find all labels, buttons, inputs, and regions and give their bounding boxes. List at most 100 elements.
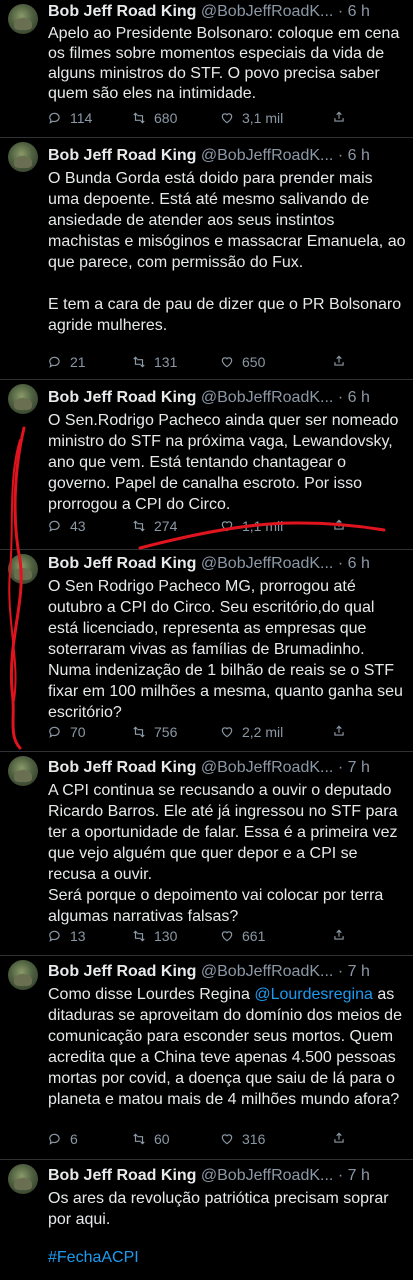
share-button[interactable] bbox=[332, 724, 346, 738]
share-icon bbox=[334, 929, 344, 940]
reply-button[interactable]: 114 bbox=[48, 110, 92, 126]
tweet-text-part: Como disse Lourdes Regina bbox=[48, 986, 255, 1003]
tweet-7[interactable]: Bob Jeff Road King @BobJeffRoadK... · 7 … bbox=[0, 1160, 413, 1280]
retweet-button[interactable]: 680 bbox=[132, 110, 177, 126]
reply-button[interactable]: 21 bbox=[48, 354, 86, 370]
user-handle[interactable]: @BobJeffRoadK... bbox=[201, 389, 333, 406]
hashtag-link[interactable]: #FechaACPI bbox=[48, 1248, 139, 1268]
like-button[interactable]: 661 bbox=[220, 928, 265, 944]
retweet-count: 756 bbox=[154, 724, 178, 740]
separator-dot: · bbox=[337, 1167, 344, 1184]
tweet-header: Bob Jeff Road King @BobJeffRoadK... · 6 … bbox=[48, 2, 370, 22]
like-button[interactable]: 3,1 mil bbox=[220, 110, 283, 126]
share-icon bbox=[334, 519, 344, 530]
tweet-5[interactable]: Bob Jeff Road King @BobJeffRoadK... · 7 … bbox=[0, 752, 413, 956]
tweet-1[interactable]: Bob Jeff Road King @BobJeffRoadK... · 6 … bbox=[0, 0, 413, 138]
share-button[interactable] bbox=[332, 1131, 346, 1145]
heart-icon bbox=[221, 357, 233, 368]
display-name[interactable]: Bob Jeff Road King bbox=[48, 555, 196, 572]
retweet-icon bbox=[133, 356, 145, 368]
reply-count: 70 bbox=[70, 724, 86, 740]
tweet-actions: 21 131 650 bbox=[48, 354, 368, 374]
timestamp[interactable]: 6 h bbox=[348, 3, 370, 20]
avatar[interactable] bbox=[8, 756, 38, 786]
avatar[interactable] bbox=[8, 4, 38, 34]
retweet-icon bbox=[133, 726, 145, 738]
retweet-icon bbox=[133, 930, 145, 942]
share-button[interactable] bbox=[332, 518, 346, 532]
reply-count: 13 bbox=[70, 928, 86, 944]
reply-count: 6 bbox=[70, 1131, 78, 1147]
retweet-button[interactable]: 131 bbox=[132, 354, 177, 370]
retweet-icon bbox=[133, 1133, 145, 1145]
retweet-icon bbox=[133, 520, 145, 532]
timestamp[interactable]: 7 h bbox=[348, 1167, 370, 1184]
retweet-button[interactable]: 274 bbox=[132, 518, 177, 534]
user-handle[interactable]: @BobJeffRoadK... bbox=[201, 555, 333, 572]
tweet-header: Bob Jeff Road King @BobJeffRoadK... · 6 … bbox=[48, 388, 370, 408]
timestamp[interactable]: 6 h bbox=[348, 389, 370, 406]
separator-dot: · bbox=[337, 963, 344, 980]
like-count: 3,1 mil bbox=[242, 110, 284, 126]
reply-icon bbox=[49, 520, 60, 532]
share-button[interactable] bbox=[332, 354, 346, 368]
like-count: 316 bbox=[242, 1131, 266, 1147]
tweet-2[interactable]: Bob Jeff Road King @BobJeffRoadK... · 6 … bbox=[0, 138, 413, 380]
mention-link[interactable]: @Lourdesregina bbox=[254, 986, 373, 1003]
reply-button[interactable]: 70 bbox=[48, 724, 86, 740]
retweet-icon bbox=[133, 112, 145, 124]
share-icon bbox=[334, 111, 344, 122]
retweet-count: 60 bbox=[154, 1131, 170, 1147]
like-count: 2,2 mil bbox=[242, 724, 284, 740]
user-handle[interactable]: @BobJeffRoadK... bbox=[201, 3, 333, 20]
display-name[interactable]: Bob Jeff Road King bbox=[48, 147, 196, 164]
reply-button[interactable]: 43 bbox=[48, 518, 86, 534]
reply-icon bbox=[49, 930, 60, 942]
tweet-text: O Sen Rodrigo Pacheco MG, prorrogou até … bbox=[48, 578, 403, 721]
tweet-text: Os ares da revolução patriótica precisam… bbox=[48, 1190, 389, 1228]
retweet-button[interactable]: 756 bbox=[132, 724, 177, 740]
separator-dot: · bbox=[337, 147, 344, 164]
reply-button[interactable]: 6 bbox=[48, 1131, 78, 1147]
share-button[interactable] bbox=[332, 110, 346, 124]
reply-count: 21 bbox=[70, 354, 86, 370]
retweet-button[interactable]: 130 bbox=[132, 928, 177, 944]
retweet-button[interactable]: 60 bbox=[132, 1131, 170, 1147]
tweet-4[interactable]: Bob Jeff Road King @BobJeffRoadK... · 6 … bbox=[0, 550, 413, 752]
user-handle[interactable]: @BobJeffRoadK... bbox=[201, 963, 333, 980]
display-name[interactable]: Bob Jeff Road King bbox=[48, 963, 196, 980]
tweet-3[interactable]: Bob Jeff Road King @BobJeffRoadK... · 6 … bbox=[0, 380, 413, 550]
timestamp[interactable]: 6 h bbox=[348, 147, 370, 164]
heart-icon bbox=[221, 727, 233, 738]
avatar[interactable] bbox=[8, 384, 38, 414]
reply-button[interactable]: 13 bbox=[48, 928, 86, 944]
share-icon bbox=[334, 1132, 344, 1143]
display-name[interactable]: Bob Jeff Road King bbox=[48, 759, 196, 776]
timestamp[interactable]: 7 h bbox=[348, 759, 370, 776]
tweet-header: Bob Jeff Road King @BobJeffRoadK... · 6 … bbox=[48, 554, 370, 574]
avatar[interactable] bbox=[8, 1164, 38, 1194]
timestamp[interactable]: 7 h bbox=[348, 963, 370, 980]
share-button[interactable] bbox=[332, 928, 346, 942]
timestamp[interactable]: 6 h bbox=[348, 555, 370, 572]
tweet-actions: 6 60 316 bbox=[48, 1131, 368, 1151]
avatar[interactable] bbox=[8, 142, 38, 172]
separator-dot: · bbox=[337, 759, 344, 776]
retweet-count: 131 bbox=[154, 354, 178, 370]
display-name[interactable]: Bob Jeff Road King bbox=[48, 3, 196, 20]
display-name[interactable]: Bob Jeff Road King bbox=[48, 1167, 196, 1184]
user-handle[interactable]: @BobJeffRoadK... bbox=[201, 759, 333, 776]
user-handle[interactable]: @BobJeffRoadK... bbox=[201, 147, 333, 164]
separator-dot: · bbox=[337, 389, 344, 406]
user-handle[interactable]: @BobJeffRoadK... bbox=[201, 1167, 333, 1184]
like-button[interactable]: 1,1 mil bbox=[220, 518, 283, 534]
like-button[interactable]: 2,2 mil bbox=[220, 724, 283, 740]
avatar[interactable] bbox=[8, 960, 38, 990]
display-name[interactable]: Bob Jeff Road King bbox=[48, 389, 196, 406]
avatar[interactable] bbox=[8, 554, 38, 584]
like-button[interactable]: 316 bbox=[220, 1131, 265, 1147]
heart-icon bbox=[221, 1134, 233, 1145]
like-count: 650 bbox=[242, 354, 266, 370]
tweet-6[interactable]: Bob Jeff Road King @BobJeffRoadK... · 7 … bbox=[0, 956, 413, 1160]
like-button[interactable]: 650 bbox=[220, 354, 265, 370]
